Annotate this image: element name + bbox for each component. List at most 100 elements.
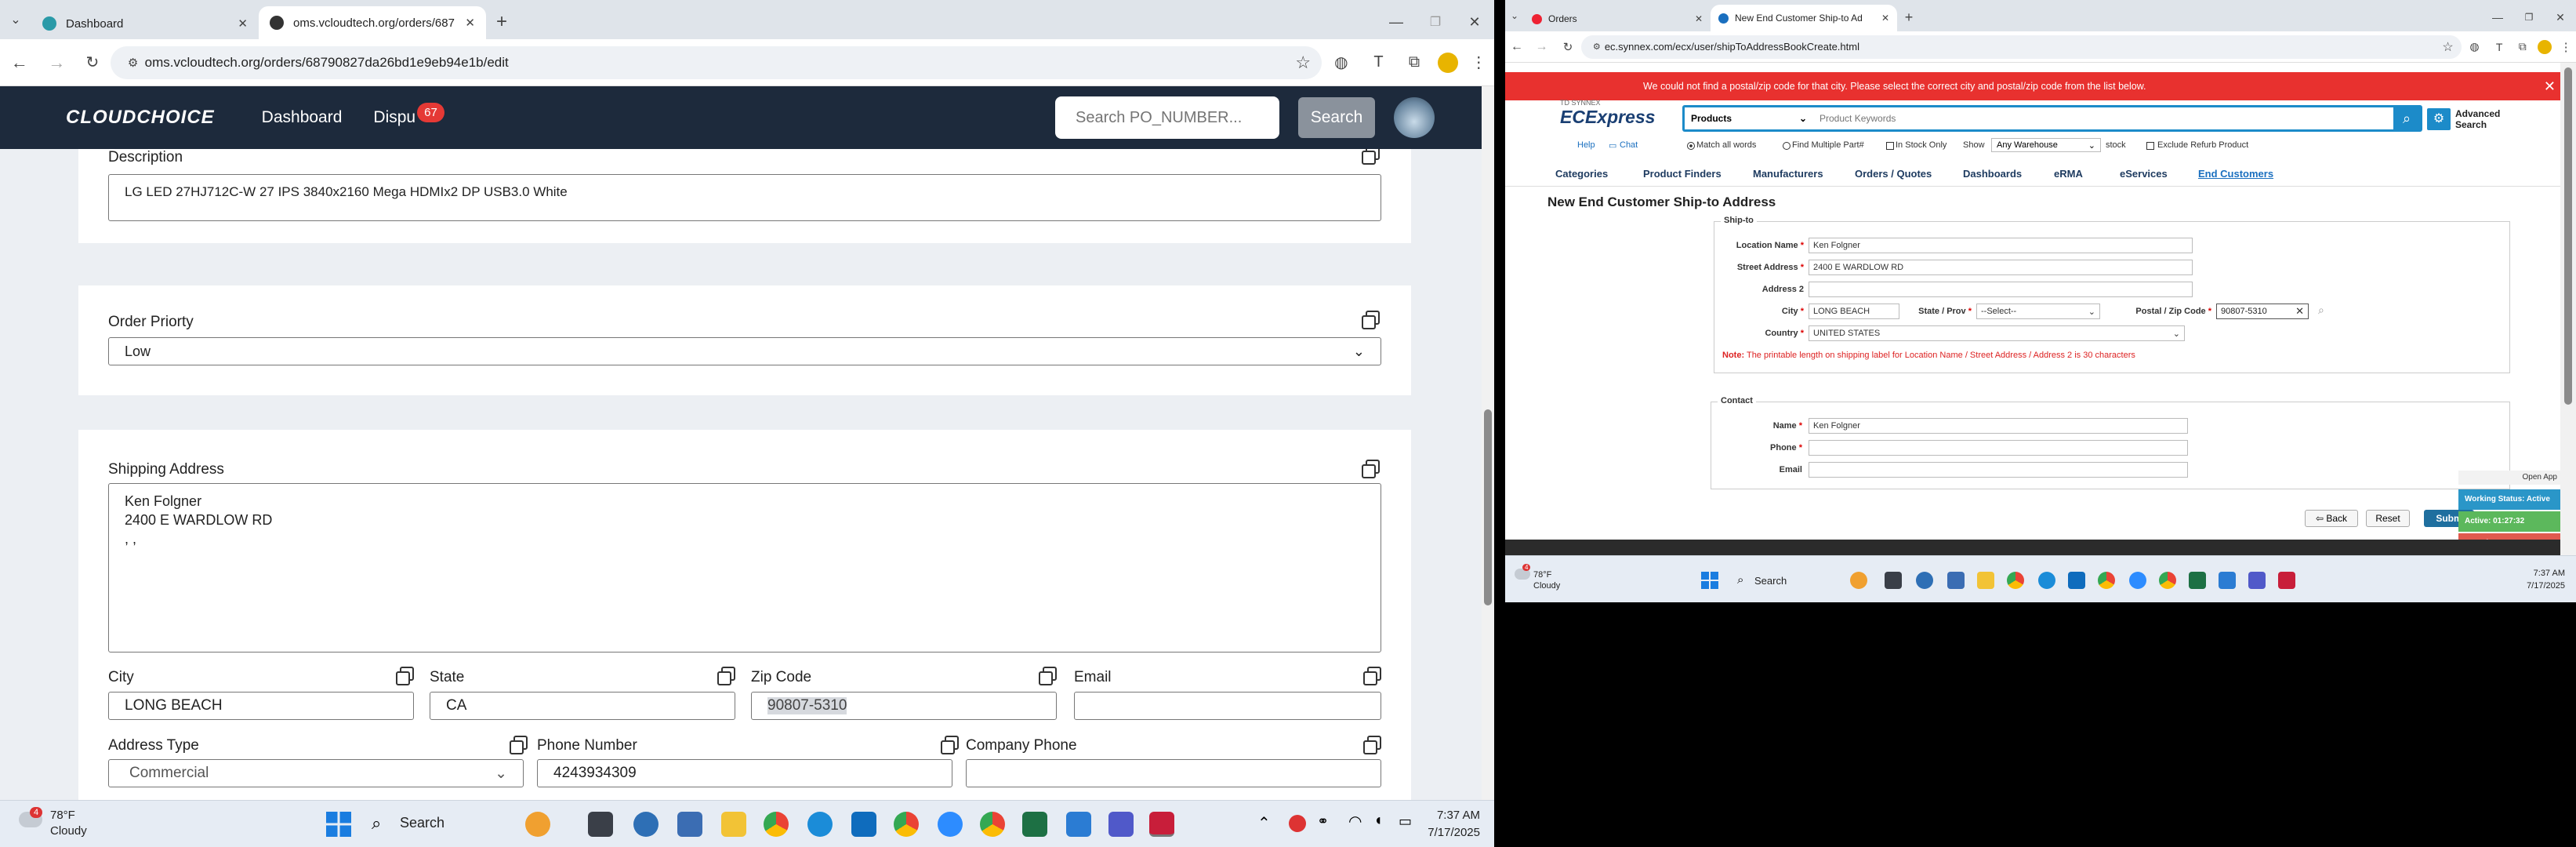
products-select[interactable]: Products ⌄ (1685, 107, 1813, 129)
back-button[interactable]: ⇦ Back (2305, 510, 2358, 527)
scrollbar-thumb[interactable] (2564, 67, 2572, 405)
outlook-icon[interactable] (2068, 572, 2085, 589)
tab-dashboard[interactable]: Dashboard ✕ (31, 8, 259, 39)
chrome-icon[interactable] (980, 812, 1005, 837)
back-icon[interactable]: ← (1505, 40, 1529, 54)
description-textarea[interactable]: LG LED 27HJ712C-W 27 IPS 3840x2160 Mega … (108, 174, 1381, 221)
tab-ship-to-create[interactable]: New End Customer Ship-to Ad ✕ (1711, 5, 1897, 31)
exclude-refurb-option[interactable]: Exclude Refurb Product (2157, 140, 2248, 150)
sticky-app-icon[interactable] (2278, 572, 2295, 589)
chrome-icon[interactable] (764, 812, 789, 837)
email-input[interactable] (1809, 462, 2188, 478)
chat-link[interactable]: Chat (1620, 140, 1638, 150)
advanced-search-link[interactable]: Search (2455, 119, 2487, 130)
copy-icon[interactable] (1362, 460, 1380, 478)
extension-icon[interactable]: T (2487, 41, 2511, 53)
scrollbar-thumb[interactable] (1484, 409, 1492, 605)
zoom-icon[interactable] (938, 812, 963, 837)
checkbox-icon[interactable] (2146, 142, 2154, 150)
volume-icon[interactable]: ◖ (1373, 812, 1383, 830)
clock-time[interactable]: 7:37 AM (2534, 569, 2565, 578)
page-scrollbar[interactable] (1482, 86, 1494, 800)
page-scrollbar[interactable] (2560, 63, 2576, 555)
folder-icon[interactable] (721, 812, 746, 837)
name-input[interactable]: Ken Folgner (1809, 418, 2188, 434)
bluetooth-icon[interactable]: ⚭ (1317, 813, 1329, 830)
file-manager-icon[interactable] (588, 812, 613, 837)
minimize-icon[interactable]: — (2482, 3, 2513, 31)
zoom-icon[interactable] (2129, 572, 2146, 589)
new-tab-button[interactable]: + (1897, 3, 1921, 31)
tab-list-icon[interactable]: ⌄ (1505, 0, 1524, 31)
extension-icon[interactable]: T (1361, 53, 1397, 71)
city-input[interactable]: LONG BEACH (108, 692, 414, 720)
reset-button[interactable]: Reset (2366, 510, 2410, 527)
search-button[interactable]: Search (1298, 97, 1375, 138)
excel-icon[interactable] (1022, 812, 1047, 837)
search-icon[interactable]: ⌕ (2393, 107, 2420, 129)
copy-icon[interactable] (1363, 736, 1381, 754)
menu-orders-quotes[interactable]: Orders / Quotes (1855, 168, 1932, 180)
url-bar[interactable]: ⚙ oms.vcloudtech.org/orders/68790827da26… (110, 45, 1322, 79)
radio-icon[interactable] (1783, 142, 1791, 150)
profile-avatar[interactable] (2534, 39, 2556, 54)
advanced-search-link[interactable]: Advanced (2455, 108, 2500, 119)
search-icon[interactable]: ⌕ (1737, 573, 1743, 587)
extensions-puzzle-icon[interactable]: ⧉ (2511, 40, 2534, 53)
priority-select[interactable]: Low ⌄ (108, 337, 1381, 365)
copy-icon[interactable] (941, 736, 959, 754)
outlook-icon[interactable] (851, 812, 876, 837)
close-icon[interactable]: ✕ (465, 16, 475, 30)
postal-lookup-icon[interactable]: ⌕ (2318, 304, 2324, 317)
maximize-icon[interactable]: ❐ (1416, 5, 1455, 39)
teams-icon[interactable] (2248, 572, 2266, 589)
chrome-icon[interactable] (2159, 572, 2176, 589)
copy-icon[interactable] (1362, 149, 1380, 165)
close-icon[interactable]: ✕ (1881, 13, 1889, 24)
nav-link-disputes[interactable]: Dispu (373, 108, 415, 127)
copy-icon[interactable] (717, 667, 735, 685)
bookmark-star-icon[interactable]: ☆ (1295, 53, 1311, 73)
clear-icon[interactable]: ✕ (2295, 305, 2304, 318)
new-tab-button[interactable]: + (486, 5, 517, 39)
url-bar[interactable]: ⚙ ec.synnex.com/ecx/user/shipToAddressBo… (1580, 35, 2462, 59)
nav-link-dashboard[interactable]: Dashboard (262, 108, 343, 127)
emoji-icon[interactable] (1850, 572, 1867, 589)
state-select[interactable]: --Select-- ⌄ (1976, 304, 2100, 319)
address-type-select[interactable]: Commercial ⌄ (108, 759, 524, 787)
windows-start-icon[interactable] (1701, 572, 1718, 589)
calculator-icon[interactable] (1947, 572, 1965, 589)
site-info-icon[interactable]: ⚙ (1589, 42, 1605, 52)
copy-icon[interactable] (1039, 667, 1057, 685)
street-input[interactable]: 2400 E WARDLOW RD (1809, 260, 2193, 275)
brand-logo[interactable]: CLOUDCHOICE (66, 107, 215, 129)
company-phone-input[interactable] (966, 759, 1381, 787)
menu-end-customers[interactable]: End Customers (2198, 168, 2273, 180)
menu-eservices[interactable]: eServices (2120, 168, 2168, 180)
windows-start-icon[interactable] (326, 812, 351, 837)
copy-icon[interactable] (396, 667, 414, 685)
copy-icon[interactable] (510, 736, 528, 754)
match-all-option[interactable]: Match all words (1696, 140, 1756, 150)
phone-input[interactable]: 4243934309 (537, 759, 952, 787)
clock-date[interactable]: 7/17/2025 (1428, 826, 1480, 839)
menu-manufacturers[interactable]: Manufacturers (1753, 168, 1823, 180)
remote-desktop-icon[interactable] (2219, 572, 2236, 589)
reload-icon[interactable]: ↻ (74, 53, 111, 72)
copy-icon[interactable] (1363, 667, 1381, 685)
wifi-icon[interactable]: ◠ (1348, 812, 1362, 831)
user-avatar[interactable] (1394, 97, 1435, 138)
edge-icon[interactable] (807, 812, 833, 837)
radio-icon[interactable] (1687, 142, 1695, 150)
close-icon[interactable]: ✕ (1695, 13, 1703, 24)
window-close-icon[interactable]: ✕ (2545, 3, 2576, 31)
taskbar-search-label[interactable]: Search (1754, 575, 1787, 587)
menu-dashboards[interactable]: Dashboards (1963, 168, 2022, 180)
app-icon[interactable] (633, 812, 659, 837)
forward-icon[interactable]: → (39, 53, 75, 73)
menu-erma[interactable]: eRMA (2054, 168, 2083, 180)
bookmark-star-icon[interactable]: ☆ (2442, 39, 2453, 55)
clock-date[interactable]: 7/17/2025 (2527, 581, 2565, 591)
country-select[interactable]: UNITED STATES ⌄ (1809, 325, 2185, 341)
postal-input[interactable]: 90807-5310 ✕ (2216, 304, 2309, 319)
